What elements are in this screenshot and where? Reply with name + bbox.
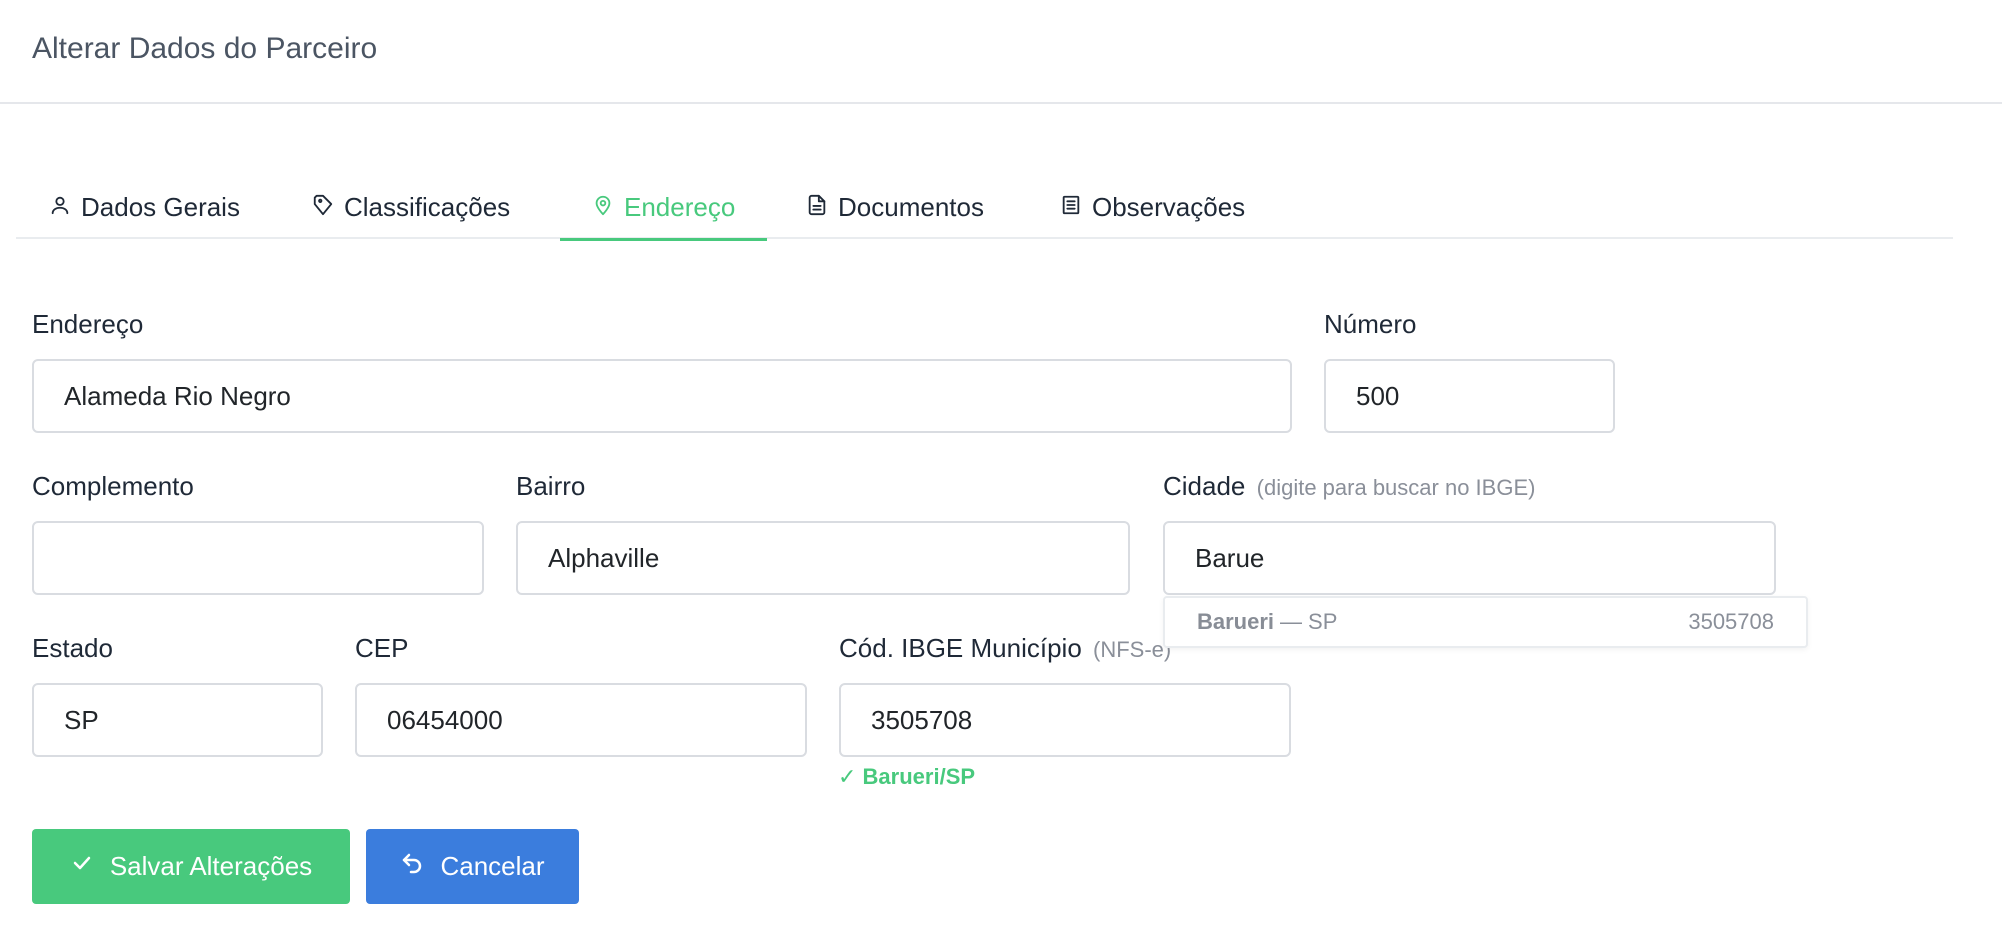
page-header: Alterar Dados do Parceiro	[0, 0, 2002, 104]
page-title: Alterar Dados do Parceiro	[32, 32, 378, 65]
undo-icon	[400, 851, 424, 882]
tab-documentos[interactable]: Documentos	[806, 175, 984, 239]
save-button-label: Salvar Alterações	[109, 851, 313, 881]
tab-label: Classificações	[344, 191, 511, 222]
save-button[interactable]: Salvar Alterações	[32, 829, 350, 904]
tab-observacoes[interactable]: Observações	[1060, 175, 1245, 239]
cep-input[interactable]	[355, 683, 807, 757]
cidade-label: Cidade (digite para buscar no IBGE)	[1163, 471, 1535, 502]
tab-label: Observações	[1092, 191, 1246, 222]
tab-label: Endereço	[624, 191, 736, 222]
endereco-input[interactable]	[32, 359, 1292, 433]
cidade-search-input[interactable]	[1163, 521, 1776, 595]
cancel-button[interactable]: Cancelar	[366, 829, 579, 904]
check-icon	[70, 851, 94, 882]
tab-dados-gerais[interactable]: Dados Gerais	[49, 175, 240, 239]
suggestion-city: Barueri	[1197, 609, 1275, 634]
tab-bar: Dados Gerais Classificações Endereço Doc…	[16, 175, 1953, 241]
file-text-icon	[806, 192, 828, 223]
numero-label: Número	[1324, 309, 1417, 339]
tab-label: Dados Gerais	[81, 191, 240, 222]
ibge-label: Cód. IBGE Município (NFS-e)	[839, 633, 1171, 664]
estado-label: Estado	[32, 633, 113, 663]
cep-label: CEP	[355, 633, 409, 663]
ibge-hint: (NFS-e)	[1093, 637, 1172, 662]
map-pin-icon	[592, 192, 614, 223]
endereco-label: Endereço	[32, 309, 144, 339]
tab-classificacoes[interactable]: Classificações	[312, 175, 510, 239]
suggestion-state: SP	[1308, 609, 1338, 634]
tab-label: Documentos	[838, 191, 984, 222]
ibge-validation-text: ✓ Barueri/SP	[838, 764, 976, 789]
complemento-input[interactable]	[32, 521, 484, 595]
cancel-button-label: Cancelar	[440, 851, 545, 881]
city-suggestion-item[interactable]: Barueri — SP 3505708	[1163, 596, 1808, 648]
tag-icon	[312, 192, 334, 223]
ibge-label-text: Cód. IBGE Município	[839, 633, 1082, 663]
cidade-label-text: Cidade	[1163, 471, 1246, 501]
page: Alterar Dados do Parceiro Dados Gerais C…	[0, 0, 2002, 936]
suggestion-code: 3505708	[1688, 609, 1774, 634]
ibge-code-input[interactable]	[839, 683, 1291, 757]
complemento-label: Complemento	[32, 471, 194, 501]
suggestion-separator: —	[1280, 609, 1303, 634]
bairro-input[interactable]	[516, 521, 1130, 595]
cidade-hint: (digite para buscar no IBGE)	[1256, 475, 1536, 500]
estado-input[interactable]	[32, 683, 323, 757]
bairro-label: Bairro	[516, 471, 586, 501]
numero-input[interactable]	[1324, 359, 1615, 433]
user-icon	[49, 192, 71, 223]
list-icon	[1060, 192, 1082, 223]
tab-endereco[interactable]: Endereço	[559, 175, 768, 241]
